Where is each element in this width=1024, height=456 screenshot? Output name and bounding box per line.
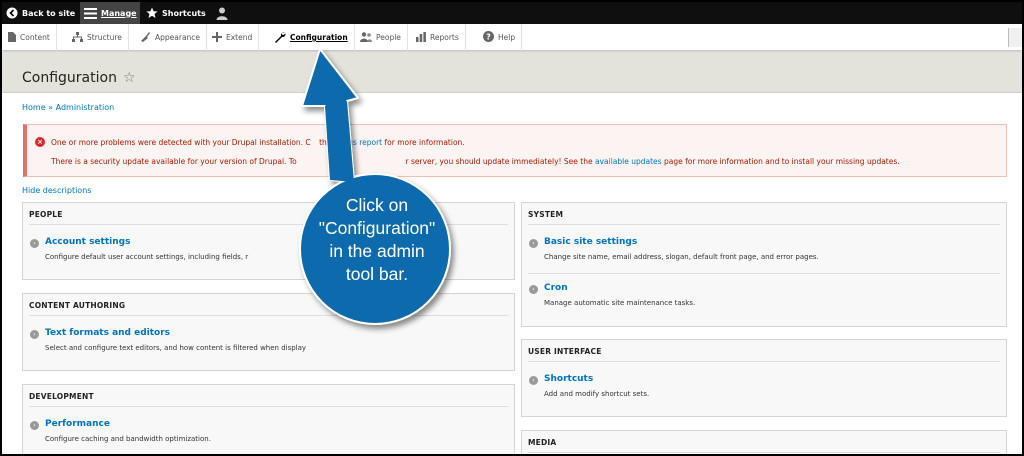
help-icon: ? (483, 31, 494, 44)
arrow-circle-icon: › (529, 239, 538, 248)
cron-link[interactable]: Cron (544, 283, 568, 293)
panel-media: MEDIA (521, 430, 1007, 454)
user-tab[interactable] (216, 2, 228, 24)
entry-description: Change site name, email address, slogan,… (544, 253, 819, 261)
config-entry: › Performance Configure caching and band… (29, 419, 508, 451)
tray-item-people[interactable]: People (354, 24, 408, 51)
back-arrow-icon (6, 7, 18, 19)
reports-icon (416, 31, 426, 44)
tray-item-label: Configuration (290, 33, 348, 42)
tray-item-label: Extend (226, 33, 253, 42)
page-title: Configuration (22, 70, 117, 86)
content-icon (8, 31, 16, 44)
tray-item-extend[interactable]: Extend (206, 24, 260, 51)
panel-content-authoring: CONTENT AUTHORING › Text formats and edi… (22, 293, 515, 371)
shortcuts-label: Shortcuts (162, 8, 206, 18)
config-entry: › Account settings Configure default use… (29, 237, 508, 269)
basic-site-settings-link[interactable]: Basic site settings (544, 237, 637, 247)
arrow-circle-icon: › (529, 376, 538, 385)
breadcrumb-administration-link[interactable]: Administration (56, 103, 115, 112)
back-to-site-label: Back to site (22, 8, 76, 18)
extend-icon (212, 31, 222, 44)
panel-user-interface: USER INTERFACE › Shortcuts Add and modif… (521, 339, 1007, 417)
panel-people: PEOPLE › Account settings Configure defa… (22, 202, 515, 280)
alert-text: r server, you should update immediately!… (405, 157, 593, 166)
tray-item-configuration[interactable]: Configuration (268, 24, 355, 51)
error-message: × One or more problems were detected wit… (23, 124, 1007, 177)
people-icon (360, 31, 372, 44)
config-entry: › Text formats and editors Select and co… (29, 328, 508, 360)
config-entry: › Basic site settings Change site name, … (528, 237, 1000, 269)
entry-description: Select and configure text editors, and h… (45, 344, 307, 352)
user-icon (216, 7, 228, 20)
arrow-circle-icon: › (30, 330, 39, 339)
admin-toolbar: Back to site Manage Shortcuts (2, 2, 1022, 24)
shortcuts-link[interactable]: Shortcuts (544, 374, 593, 384)
arrow-circle-icon: › (30, 421, 39, 430)
hamburger-icon (84, 7, 97, 19)
breadcrumb: Home » Administration (22, 103, 114, 112)
error-icon: × (35, 137, 45, 147)
panel-system: SYSTEM › Basic site settings Change site… (521, 202, 1007, 327)
admin-menu-tray: Content Structure Appearance Extend Conf… (2, 24, 1022, 51)
performance-link[interactable]: Performance (45, 419, 110, 429)
browser-page: Back to site Manage Shortcuts Content St… (2, 2, 1022, 454)
available-updates-link[interactable]: available updates (595, 157, 662, 166)
alert-text: There is a security update available for… (51, 157, 297, 166)
tray-orientation-toggle[interactable] (1008, 28, 1022, 47)
panel-title: PEOPLE (29, 210, 63, 219)
config-entry: › Cron Manage automatic site maintenance… (528, 283, 1000, 315)
tray-item-label: People (376, 33, 401, 42)
config-entry: › Shortcuts Add and modify shortcut sets… (528, 374, 1000, 406)
appearance-icon (140, 31, 151, 44)
text-formats-link[interactable]: Text formats and editors (45, 328, 170, 338)
manage-tab[interactable]: Manage (80, 2, 140, 24)
entry-description: Configure default user account settings,… (45, 253, 249, 261)
alert-text: page for more information and to install… (663, 157, 900, 166)
breadcrumb-separator: » (48, 103, 54, 112)
panel-title: DEVELOPMENT (29, 392, 94, 401)
panel-title: USER INTERFACE (528, 347, 602, 356)
star-icon (146, 7, 158, 19)
tray-item-label: Structure (87, 33, 122, 42)
arrow-circle-icon: › (30, 239, 39, 248)
breadcrumb-home-link[interactable]: Home (22, 103, 46, 112)
tray-item-reports[interactable]: Reports (410, 24, 466, 51)
manage-label: Manage (101, 8, 137, 18)
entry-description: Configure caching and bandwidth optimiza… (45, 435, 211, 443)
alert-text: One or more problems were detected with … (51, 138, 311, 147)
tray-item-label: Appearance (155, 33, 201, 42)
hide-descriptions-link[interactable]: Hide descriptions (22, 186, 91, 195)
panel-title: MEDIA (528, 438, 557, 447)
panel-title: SYSTEM (528, 210, 564, 219)
tray-item-appearance[interactable]: Appearance (134, 24, 208, 51)
entry-description: Add and modify shortcut sets. (544, 390, 650, 398)
alert-line-problems: One or more problems were detected with … (51, 138, 465, 147)
tray-item-content[interactable]: Content (2, 24, 57, 51)
tray-item-help[interactable]: ? Help (477, 24, 523, 51)
back-to-site-link[interactable]: Back to site (6, 2, 75, 24)
tray-item-label: Help (498, 33, 516, 42)
status-report-link[interactable]: status report (334, 138, 382, 147)
alert-line-security: There is a security update available for… (51, 157, 900, 166)
tray-item-structure[interactable]: Structure (66, 24, 129, 51)
alert-text: the (319, 138, 332, 147)
alert-text: for more information. (384, 138, 465, 147)
arrow-circle-icon: › (529, 285, 538, 294)
tray-item-label: Content (20, 33, 50, 42)
shortcut-star-icon[interactable]: ☆ (123, 70, 136, 86)
panel-title: CONTENT AUTHORING (29, 301, 126, 310)
wrench-icon (274, 31, 286, 45)
page-header: Configuration ☆ (2, 52, 1022, 93)
shortcuts-tab[interactable]: Shortcuts (146, 2, 206, 24)
tray-item-label: Reports (430, 33, 459, 42)
structure-icon (72, 31, 83, 44)
account-settings-link[interactable]: Account settings (45, 237, 130, 247)
panel-development: DEVELOPMENT › Performance Configure cach… (22, 384, 515, 454)
svg-text:?: ? (486, 33, 491, 42)
entry-description: Manage automatic site maintenance tasks. (544, 299, 696, 307)
